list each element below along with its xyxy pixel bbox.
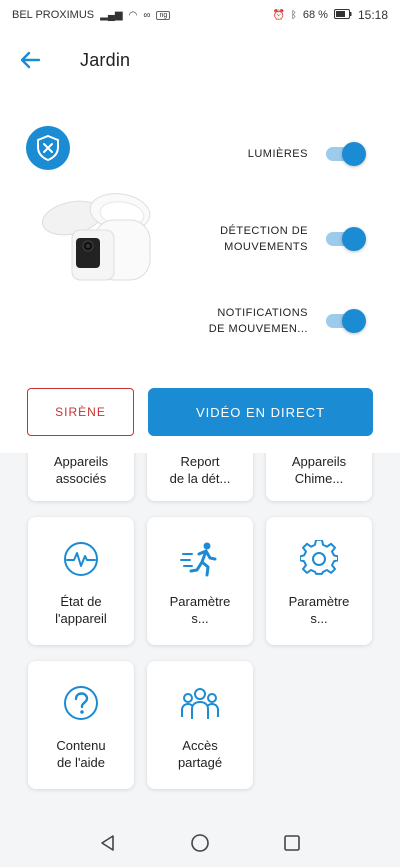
nav-back-button[interactable] xyxy=(93,828,123,858)
tile-motion-settings[interactable]: Paramètre s... xyxy=(147,517,253,645)
toggle-knob xyxy=(342,142,366,166)
battery-icon xyxy=(333,8,352,22)
triangle-back-icon xyxy=(101,834,114,851)
tile-label: État de l'appareil xyxy=(55,594,107,626)
battery-percent: 68 % xyxy=(302,9,328,21)
motion-notifications-label: NOTIFICATIONS DE MOUVEMEN... xyxy=(208,307,308,335)
notification-badge: ng xyxy=(156,10,171,20)
tile-motion-report[interactable]: Report de la dét... xyxy=(147,453,253,501)
siren-button[interactable]: SIRÈNE xyxy=(27,388,134,436)
help-icon xyxy=(61,683,101,723)
tile-device-settings[interactable]: Paramètre s... xyxy=(266,517,372,645)
tile-label: Appareils Chime... xyxy=(291,454,347,486)
gear-icon xyxy=(299,539,339,579)
motion-notifications-toggle[interactable] xyxy=(326,309,366,333)
bluetooth-icon: ᛒ xyxy=(290,9,297,21)
tile-label: Paramètre s... xyxy=(288,594,350,626)
app-header: Jardin xyxy=(0,30,400,90)
tile-help-content[interactable]: Contenu de l'aide xyxy=(28,661,134,789)
tile-label: Accès partagé xyxy=(177,738,223,770)
lights-label: LUMIÈRES xyxy=(247,148,308,160)
arrow-left-icon xyxy=(20,51,41,69)
tile-chime-devices[interactable]: Appareils Chime... xyxy=(266,453,372,501)
device-health-icon xyxy=(61,539,101,579)
floodlight-camera-image xyxy=(32,190,172,300)
motion-detection-toggle[interactable] xyxy=(326,227,366,251)
live-video-button[interactable]: VIDÉO EN DIRECT xyxy=(148,388,373,436)
signal-icon: ▂▄▆ xyxy=(100,9,123,21)
tile-shared-access[interactable]: Accès partagé xyxy=(147,661,253,789)
back-button[interactable] xyxy=(0,30,60,90)
shared-users-icon xyxy=(180,683,220,723)
toggle-knob xyxy=(342,227,366,251)
clock: 15:18 xyxy=(357,8,388,22)
square-recents-icon xyxy=(284,834,300,851)
status-bar: BEL PROXIMUS ▂▄▆ ◠ ∞ ng ⏰ ᛒ 68 % 15:18 xyxy=(0,0,400,30)
nav-recents-button[interactable] xyxy=(277,828,307,858)
motion-notifications-toggle-row: NOTIFICATIONS DE MOUVEMEN... xyxy=(198,305,366,337)
lights-toggle[interactable] xyxy=(326,142,366,166)
wifi-icon: ◠ xyxy=(128,9,138,21)
motion-settings-icon xyxy=(180,539,220,579)
tile-device-health[interactable]: État de l'appareil xyxy=(28,517,134,645)
shield-off-icon xyxy=(37,134,59,162)
alarm-icon: ⏰ xyxy=(272,9,285,21)
tile-linked-devices[interactable]: Appareils associés xyxy=(28,453,134,501)
tile-label: Paramètre s... xyxy=(169,594,231,626)
infinity-icon: ∞ xyxy=(143,9,151,21)
device-panel: LUMIÈRES DÉTECTION DE MOUVEMENTS NOTIFIC… xyxy=(0,90,400,453)
motion-detection-toggle-row: DÉTECTION DE MOUVEMENTS xyxy=(198,223,366,255)
circle-home-icon xyxy=(191,833,209,852)
nav-home-button[interactable] xyxy=(185,828,215,858)
tile-label: Appareils associés xyxy=(53,454,109,486)
tile-label: Report de la dét... xyxy=(169,454,231,486)
carrier-name: BEL PROXIMUS xyxy=(12,9,95,21)
lights-toggle-row: LUMIÈRES xyxy=(198,142,366,166)
tile-label: Contenu de l'aide xyxy=(56,738,106,770)
system-nav-bar xyxy=(0,818,400,867)
toggle-knob xyxy=(342,309,366,333)
page-title: Jardin xyxy=(80,49,131,70)
mode-shield-button[interactable] xyxy=(26,126,70,170)
motion-detection-label: DÉTECTION DE MOUVEMENTS xyxy=(220,225,308,253)
settings-grid: Appareils associés Report de la dét... A… xyxy=(0,453,400,818)
